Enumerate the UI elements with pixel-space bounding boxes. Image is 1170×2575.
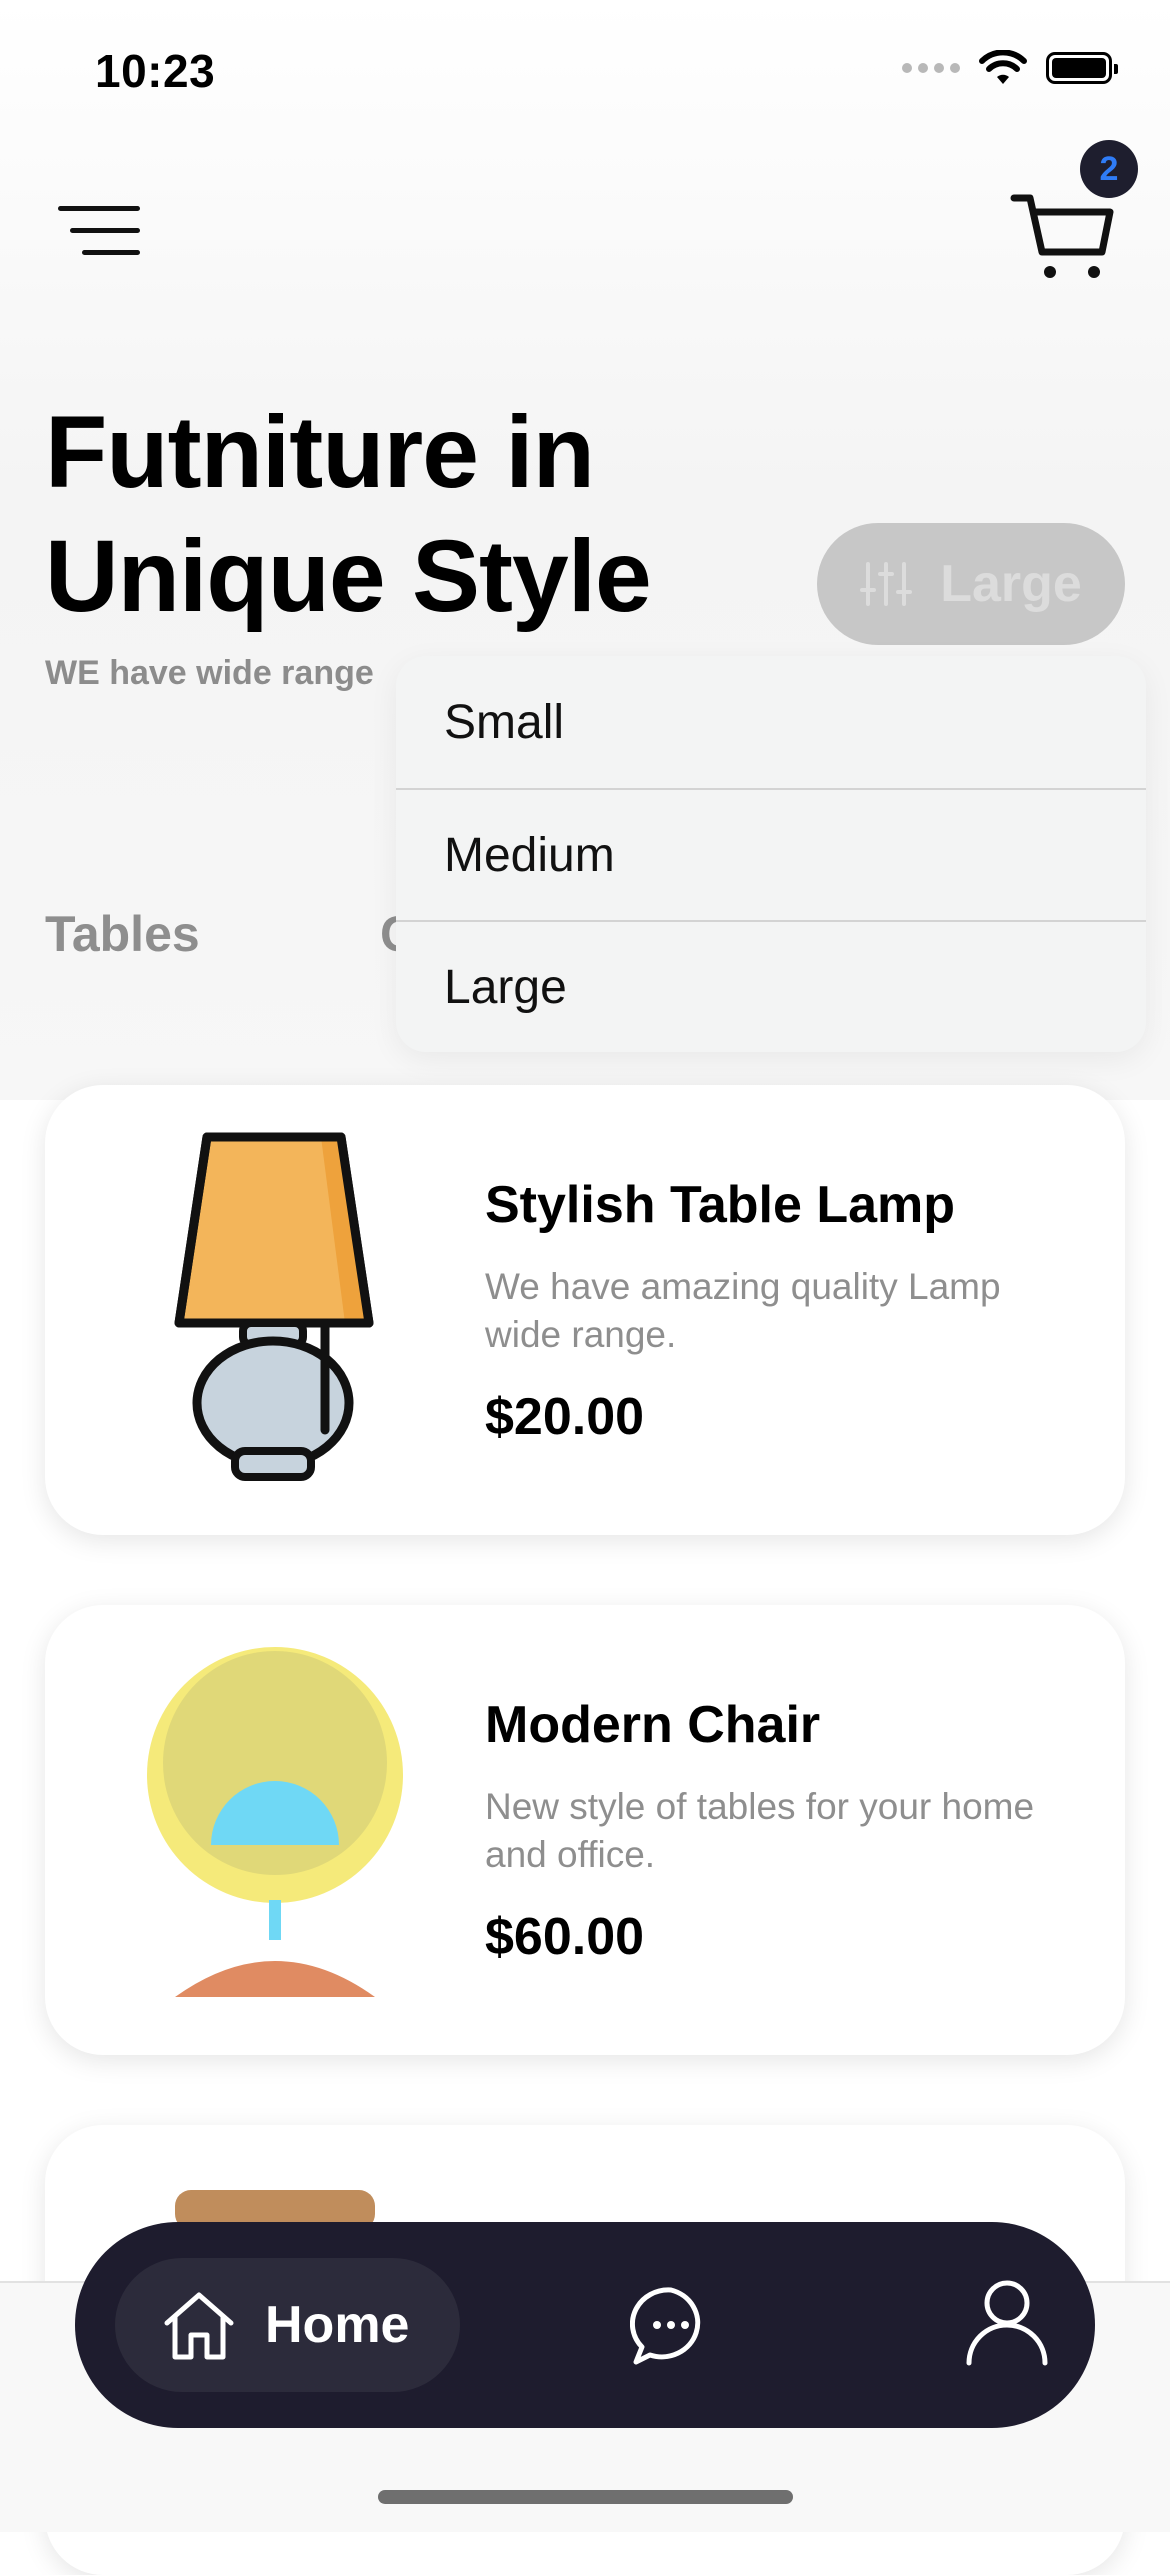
nav-home-button[interactable]: Home: [115, 2258, 460, 2392]
menu-button[interactable]: [58, 206, 140, 256]
title-line-2: Unique Style: [45, 519, 652, 633]
product-description: New style of tables for your home and of…: [485, 1786, 1035, 1875]
bottom-navigation: Home: [75, 2222, 1095, 2428]
page-title: Futniture in Unique Style: [45, 390, 652, 638]
title-line-1: Futniture in: [45, 395, 595, 509]
table-lamp-icon: [174, 1132, 374, 1481]
category-tab-tables[interactable]: Tables: [45, 905, 200, 963]
product-card[interactable]: Stylish Table Lamp We have amazing quali…: [45, 1085, 1125, 1535]
profile-icon[interactable]: [965, 2277, 1049, 2367]
size-filter-button[interactable]: Large: [817, 523, 1125, 645]
dropdown-option-small[interactable]: Small: [396, 656, 1146, 788]
sliders-icon: [860, 562, 913, 606]
product-price: $20.00: [485, 1388, 645, 1446]
cart-count-badge: 2: [1080, 140, 1138, 198]
dropdown-option-large[interactable]: Large: [396, 920, 1146, 1052]
egg-chair-icon: [147, 1647, 403, 1997]
home-icon: [164, 2292, 234, 2360]
cellular-signal-icon: [902, 63, 960, 73]
wifi-icon: [979, 50, 1027, 84]
dropdown-option-medium[interactable]: Medium: [396, 788, 1146, 920]
size-dropdown-menu: Small Medium Large: [396, 656, 1146, 1052]
product-name: Stylish Table Lamp: [485, 1176, 956, 1234]
battery-icon: [1046, 52, 1118, 84]
size-filter-label: Large: [940, 555, 1082, 613]
status-icons: [902, 50, 1118, 86]
product-card[interactable]: Modern Chair New style of tables for you…: [45, 1605, 1125, 2055]
product-description: We have amazing quality Lamp wide range.: [485, 1266, 1001, 1355]
cart-icon[interactable]: [1010, 190, 1115, 282]
product-name: Modern Chair: [485, 1696, 821, 1754]
chat-icon[interactable]: [630, 2285, 712, 2367]
nav-home-label: Home: [265, 2296, 410, 2354]
product-price: $60.00: [485, 1908, 645, 1966]
page-subtitle: WE have wide range: [45, 654, 374, 692]
home-indicator: [378, 2490, 793, 2504]
status-time: 10:23: [95, 45, 216, 97]
